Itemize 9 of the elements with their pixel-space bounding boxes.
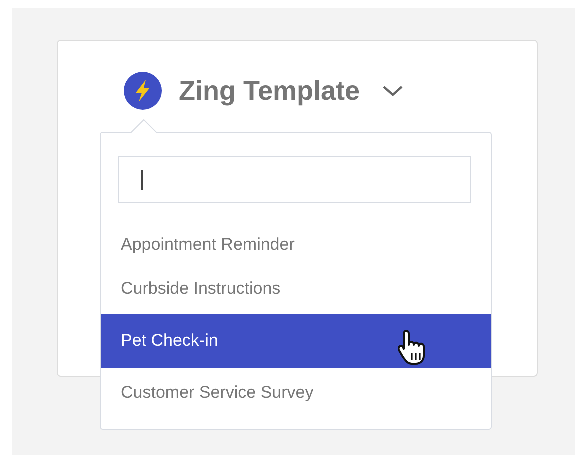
chevron-down-icon[interactable] [382, 84, 404, 98]
text-cursor-icon [141, 170, 143, 190]
menu-item[interactable]: Curbside Instructions [101, 267, 491, 311]
menu-item[interactable]: Pet Check-in [101, 314, 491, 368]
menu-item[interactable]: Customer Service Survey [101, 371, 491, 415]
menu-item[interactable]: Appointment Reminder [101, 223, 491, 267]
lightning-bolt-icon [124, 72, 162, 110]
search-field[interactable] [118, 156, 471, 203]
template-title[interactable]: Zing Template [179, 76, 360, 106]
